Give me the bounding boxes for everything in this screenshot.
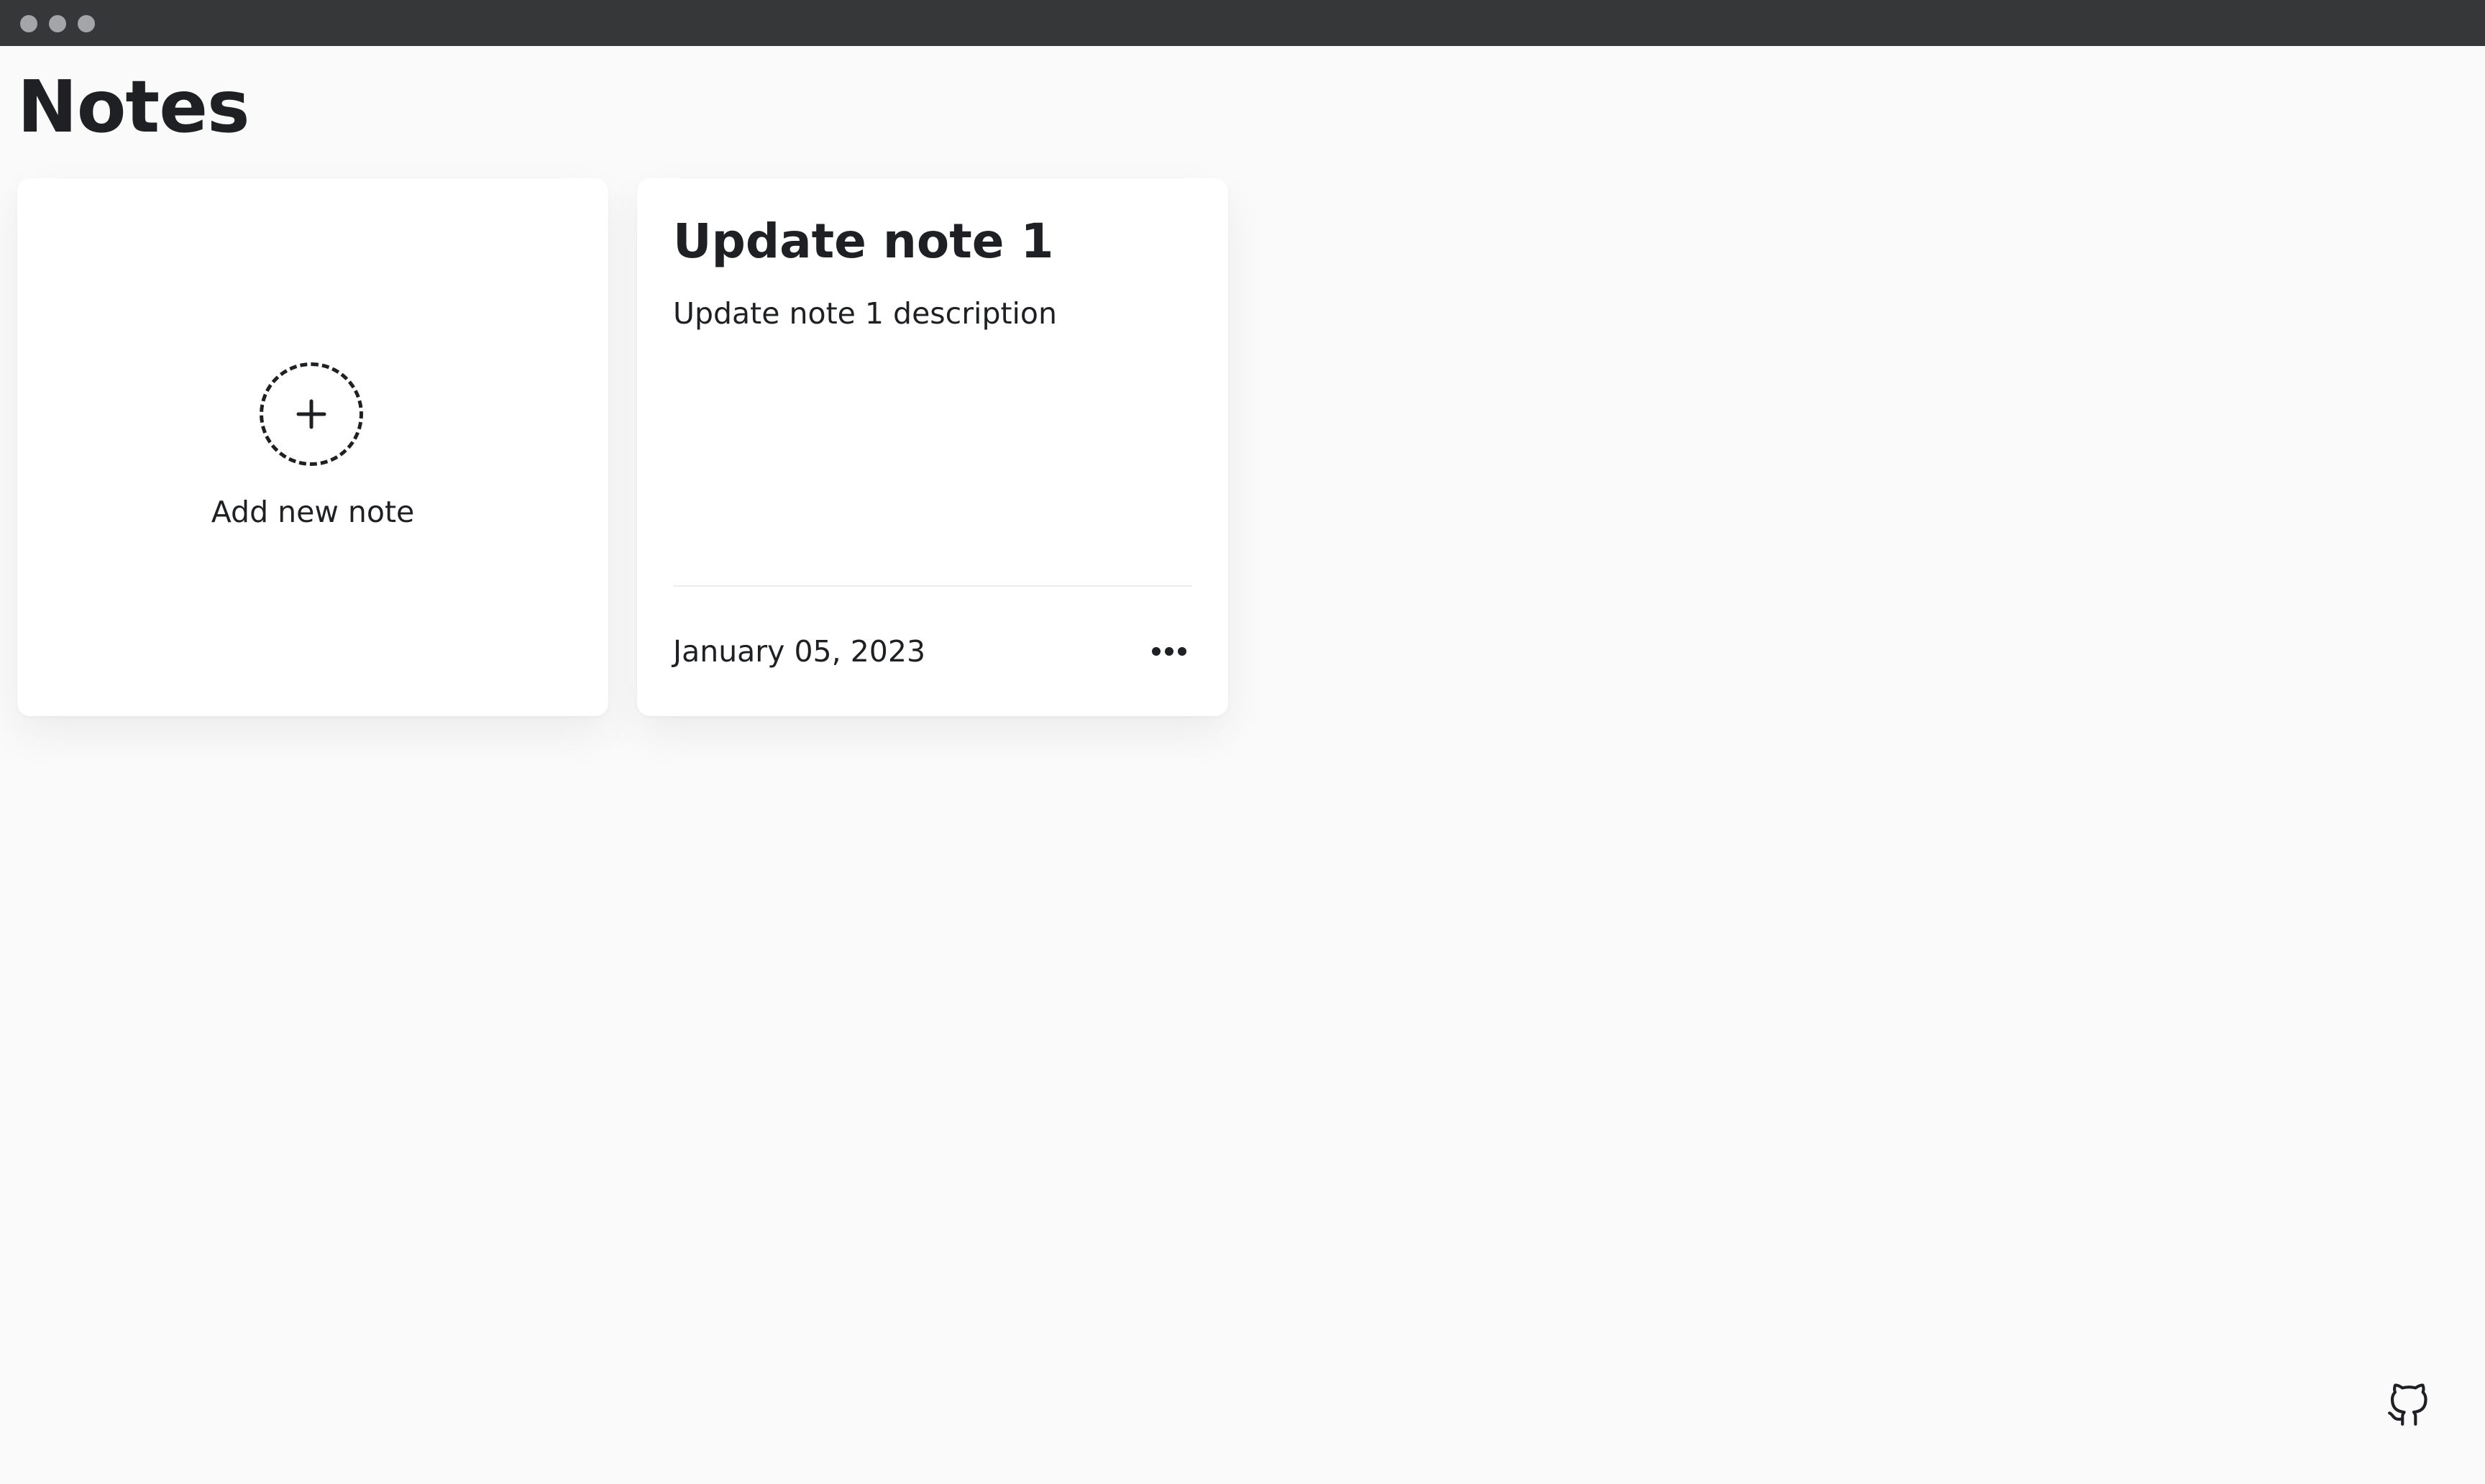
note-title: Update note 1 (673, 214, 1054, 269)
add-new-note-card[interactable]: Add new note (17, 178, 608, 716)
more-options-button[interactable] (1140, 631, 1198, 672)
window-maximize-dot[interactable] (78, 15, 95, 32)
window-close-dot[interactable] (20, 15, 37, 32)
note-date: January 05, 2023 (673, 634, 926, 669)
plus-icon (260, 362, 363, 466)
note-divider (673, 585, 1192, 587)
window-minimize-dot[interactable] (49, 15, 66, 32)
window-titlebar (0, 0, 2485, 46)
github-icon (2388, 1383, 2427, 1426)
more-horizontal-icon (1152, 647, 1186, 656)
note-description: Update note 1 description (673, 296, 1058, 331)
github-link[interactable] (2386, 1383, 2430, 1428)
page-title: Notes (17, 65, 250, 149)
add-new-note-label: Add new note (211, 495, 415, 529)
note-card[interactable]: Update note 1 Update note 1 description … (637, 178, 1228, 716)
